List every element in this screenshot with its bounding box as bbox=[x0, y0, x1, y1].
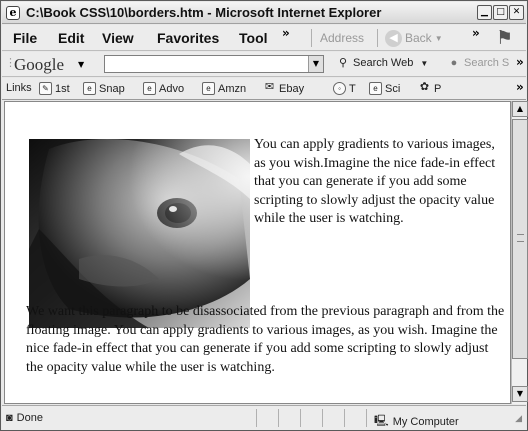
google-toolbar: ⋮ Google ▼ ▼ ⚲ Search Web ▼ ● Search S » bbox=[2, 52, 526, 77]
link-advo[interactable]: e Advo bbox=[143, 82, 184, 95]
status-divider bbox=[278, 409, 279, 427]
status-divider bbox=[322, 409, 323, 427]
scroll-grip-icon bbox=[517, 234, 524, 242]
search-web-dropdown-icon[interactable]: ▼ bbox=[420, 59, 428, 68]
search-history-dropdown-icon[interactable]: ▼ bbox=[308, 56, 323, 72]
toolbar-separator bbox=[311, 29, 312, 47]
google-search-input[interactable] bbox=[104, 55, 324, 73]
status-bar: ◙ Done 🖳 My Computer ◢ bbox=[2, 405, 526, 430]
link-label: Ebay bbox=[279, 82, 305, 95]
link-t[interactable]: ◦ T bbox=[333, 82, 356, 95]
search-site-button[interactable]: ● Search S bbox=[447, 57, 510, 69]
links-bar: Links ✎ 1st e Snap e Advo e Amzn ✉ Ebay … bbox=[2, 78, 526, 100]
binoculars-icon: ⚲ bbox=[338, 57, 348, 69]
back-arrow-icon: ◀ bbox=[385, 29, 402, 47]
link-amzn[interactable]: e Amzn bbox=[202, 82, 246, 95]
vertical-scrollbar[interactable]: ▲ ▼ bbox=[511, 101, 528, 404]
radio-icon: ◦ bbox=[333, 82, 346, 95]
menu-bar: File Edit View Favorites Tool » Address … bbox=[2, 25, 526, 51]
ie-page-icon: e bbox=[369, 82, 382, 95]
windows-logo-icon: ⚑ bbox=[496, 27, 514, 49]
link-label: P bbox=[434, 82, 442, 95]
links-overflow-chevron[interactable]: » bbox=[516, 80, 524, 94]
ie-page-icon: e bbox=[83, 82, 96, 95]
maximize-button[interactable]: □ bbox=[493, 5, 508, 20]
page-content: You can apply gradients to various image… bbox=[4, 101, 511, 404]
link-label: Snap bbox=[99, 82, 125, 95]
menu-edit[interactable]: Edit bbox=[58, 30, 84, 46]
status-divider bbox=[300, 409, 301, 427]
google-logo[interactable]: Google bbox=[14, 55, 64, 75]
link-p[interactable]: ✿ P bbox=[418, 82, 441, 95]
back-label: Back bbox=[405, 31, 432, 45]
window-controls: ▁ □ ✕ bbox=[477, 5, 524, 20]
back-button[interactable]: ◀ Back ▼ bbox=[385, 28, 443, 48]
butterfly-icon: ✿ bbox=[419, 81, 430, 93]
link-label: Advo bbox=[159, 82, 185, 95]
link-label: Amzn bbox=[218, 82, 247, 95]
status-divider bbox=[256, 409, 257, 427]
search-site-label: Search S bbox=[464, 57, 510, 69]
resize-grip-icon[interactable]: ◢ bbox=[515, 414, 522, 424]
browser-window: e C:\Book CSS\10\borders.htm - Microsoft… bbox=[0, 0, 528, 431]
toolbar-separator bbox=[377, 29, 378, 47]
megaphone-icon: ✉ bbox=[264, 81, 275, 93]
dog-photo-graphic bbox=[29, 139, 250, 328]
status-divider bbox=[344, 409, 345, 427]
back-dropdown-icon[interactable]: ▼ bbox=[435, 34, 443, 43]
page-done-icon: ◙ bbox=[6, 412, 13, 424]
search-web-label: Search Web bbox=[353, 57, 414, 69]
close-button[interactable]: ✕ bbox=[509, 5, 524, 20]
security-zone: 🖳 My Computer bbox=[374, 412, 459, 431]
paragraph-cleared: We want this paragraph to be disassociat… bbox=[26, 304, 505, 375]
scroll-down-button[interactable]: ▼ bbox=[512, 386, 528, 402]
ie-page-icon: e bbox=[202, 82, 215, 95]
link-snap[interactable]: e Snap bbox=[83, 82, 125, 95]
status-text: Done bbox=[16, 412, 43, 424]
minimize-button[interactable]: ▁ bbox=[477, 5, 492, 20]
menu-favorites[interactable]: Favorites bbox=[157, 30, 219, 46]
toolbar-overflow-chevron[interactable]: » bbox=[472, 26, 480, 40]
menu-file[interactable]: File bbox=[13, 30, 37, 46]
link-label: 1st bbox=[55, 82, 70, 95]
address-label[interactable]: Address bbox=[320, 31, 364, 45]
link-label: T bbox=[349, 82, 356, 95]
google-overflow-chevron[interactable]: » bbox=[516, 55, 524, 69]
window-title: C:\Book CSS\10\borders.htm - Microsoft I… bbox=[26, 5, 382, 20]
ie-page-icon: e bbox=[143, 82, 156, 95]
menu-view[interactable]: View bbox=[102, 30, 134, 46]
zone-label: My Computer bbox=[392, 415, 459, 428]
link-page-icon: ✎ bbox=[39, 82, 52, 95]
status-divider bbox=[366, 409, 367, 427]
scroll-thumb[interactable] bbox=[512, 119, 528, 359]
computer-icon: 🖳 bbox=[374, 415, 389, 427]
link-label: Sci bbox=[385, 82, 401, 95]
menu-tools[interactable]: Tool bbox=[239, 30, 268, 46]
link-ebay[interactable]: ✉ Ebay bbox=[263, 82, 304, 95]
google-menu-dropdown-icon[interactable]: ▼ bbox=[78, 60, 84, 69]
search-web-button[interactable]: ⚲ Search Web ▼ bbox=[336, 57, 428, 69]
link-1st[interactable]: ✎ 1st bbox=[39, 82, 70, 95]
paragraph-floating: You can apply gradients to various image… bbox=[254, 137, 496, 226]
search-site-icon: ● bbox=[450, 57, 458, 69]
scroll-up-button[interactable]: ▲ bbox=[512, 101, 528, 117]
link-sci[interactable]: e Sci bbox=[369, 82, 400, 95]
ie-icon: e bbox=[6, 6, 20, 20]
links-label: Links bbox=[6, 82, 32, 94]
menu-overflow-chevron[interactable]: » bbox=[282, 26, 290, 40]
title-bar[interactable]: e C:\Book CSS\10\borders.htm - Microsoft… bbox=[2, 2, 526, 24]
dog-photo bbox=[29, 139, 250, 328]
status-area: ◙ Done bbox=[6, 412, 43, 424]
